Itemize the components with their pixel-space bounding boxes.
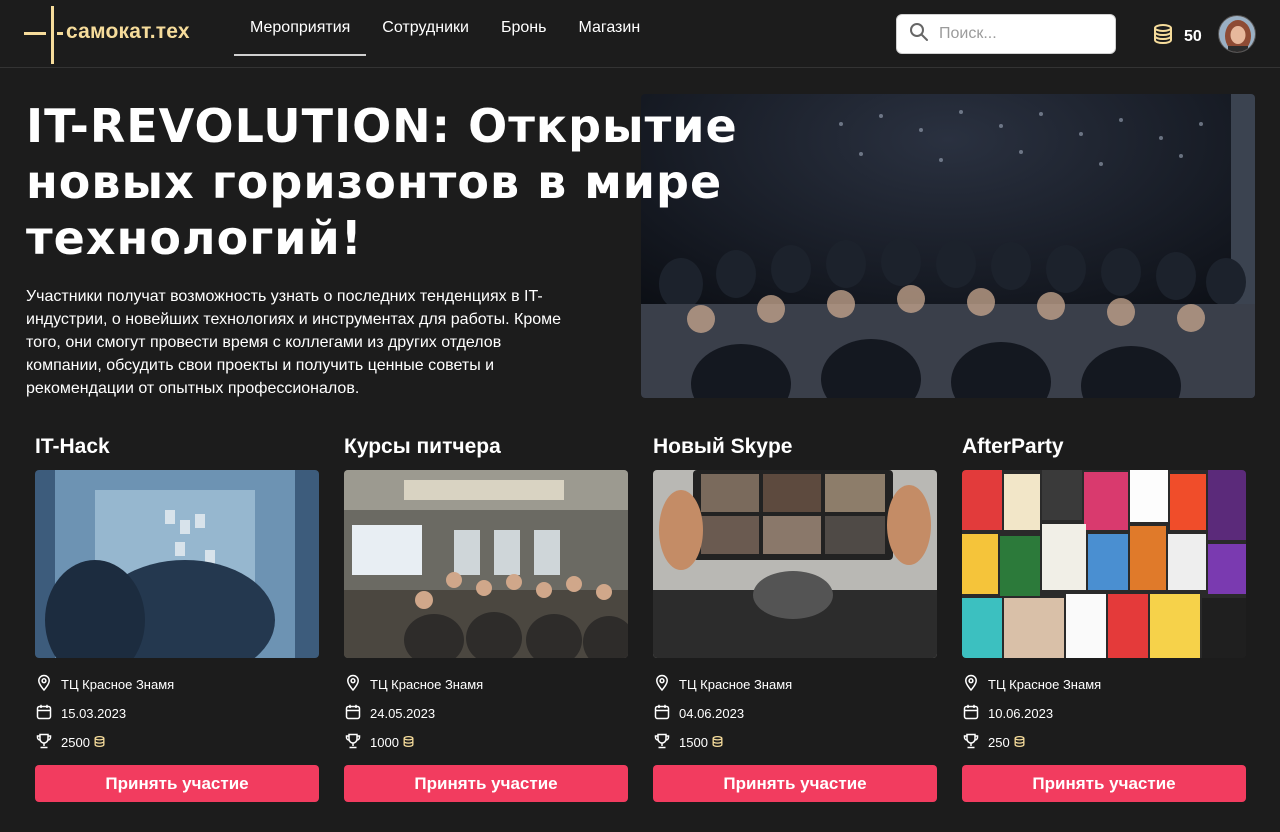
hero-title-line: технологий! — [26, 211, 363, 265]
join-event-button[interactable]: Принять участие — [653, 765, 937, 802]
trophy-icon — [344, 732, 362, 753]
brand-name: самокат.тех — [66, 20, 190, 43]
main-nav: Мероприятия Сотрудники Бронь Магазин — [234, 0, 656, 56]
event-location: ТЦ Красное Знамя — [653, 670, 937, 699]
event-location: ТЦ Красное Знамя — [35, 670, 319, 699]
location-pin-icon — [962, 674, 980, 695]
trophy-icon — [35, 732, 53, 753]
calendar-icon — [344, 703, 362, 724]
coins-icon — [90, 735, 106, 751]
event-image[interactable] — [35, 470, 319, 658]
event-image[interactable] — [962, 470, 1246, 658]
join-event-button[interactable]: Принять участие — [962, 765, 1246, 802]
nav-item-shop[interactable]: Магазин — [562, 0, 656, 56]
hero-title: IT-REVOLUTION: Открытие новых горизонтов… — [26, 98, 846, 266]
location-pin-icon — [344, 674, 362, 695]
coins-icon — [1010, 735, 1026, 751]
event-date: 04.06.2023 — [653, 699, 937, 728]
event-prize-value: 1500 — [679, 735, 708, 750]
balance-value: 50 — [1184, 27, 1202, 45]
join-event-button[interactable]: Принять участие — [344, 765, 628, 802]
event-date-text: 04.06.2023 — [679, 706, 745, 721]
hero-description: Участники получат возможность узнать о п… — [26, 288, 562, 397]
event-prize: 250 — [962, 728, 1246, 757]
event-title: IT-Hack — [35, 435, 110, 458]
calendar-icon — [962, 703, 980, 724]
event-date: 10.06.2023 — [962, 699, 1246, 728]
event-date-text: 15.03.2023 — [61, 706, 127, 721]
event-date-text: 24.05.2023 — [370, 706, 436, 721]
event-title: AfterParty — [962, 435, 1064, 458]
user-avatar[interactable] — [1218, 15, 1256, 53]
event-location: ТЦ Красное Знамя — [962, 670, 1246, 699]
search-input[interactable] — [939, 25, 1099, 43]
event-date: 24.05.2023 — [344, 699, 628, 728]
event-location-text: ТЦ Красное Знамя — [988, 677, 1102, 692]
event-title: Курсы питчера — [344, 435, 501, 458]
event-prize: 2500 — [35, 728, 319, 757]
event-prize-value: 1000 — [370, 735, 399, 750]
event-card: Новый Skype ТЦ Красное Знамя 04.06.2023 … — [653, 432, 937, 802]
calendar-icon — [35, 703, 53, 724]
location-pin-icon — [653, 674, 671, 695]
event-location: ТЦ Красное Знамя — [344, 670, 628, 699]
event-location-text: ТЦ Красное Знамя — [370, 677, 484, 692]
hero-title-line: IT-REVOLUTION: Открытие — [26, 99, 738, 153]
event-prize-value: 2500 — [61, 735, 90, 750]
event-date-text: 10.06.2023 — [988, 706, 1054, 721]
search-box[interactable] — [896, 14, 1116, 54]
join-event-button[interactable]: Принять участие — [35, 765, 319, 802]
coins-icon — [1151, 22, 1175, 51]
coins-icon — [399, 735, 415, 751]
event-prize-value: 250 — [988, 735, 1010, 750]
location-pin-icon — [35, 674, 53, 695]
wallet-balance[interactable]: 50 — [1142, 22, 1202, 51]
event-date: 15.03.2023 — [35, 699, 319, 728]
event-title: Новый Skype — [653, 435, 793, 458]
event-location-text: ТЦ Красное Знамя — [679, 677, 793, 692]
hero-title-line: новых горизонтов в мире — [26, 155, 723, 209]
event-location-text: ТЦ Красное Знамя — [61, 677, 175, 692]
top-bar: самокат.тех Мероприятия Сотрудники Бронь… — [0, 0, 1280, 68]
event-prize: 1000 — [344, 728, 628, 757]
calendar-icon — [653, 703, 671, 724]
nav-item-events[interactable]: Мероприятия — [234, 0, 367, 56]
event-card: IT-Hack ТЦ Красное Знамя 15.03.2023 2500… — [35, 432, 319, 802]
logo-mark-icon — [24, 6, 63, 64]
coins-icon — [708, 735, 724, 751]
search-icon — [909, 22, 929, 47]
brand-logo[interactable]: самокат.тех — [24, 6, 214, 64]
nav-item-employees[interactable]: Сотрудники — [366, 0, 485, 56]
nav-item-booking[interactable]: Бронь — [485, 0, 562, 56]
event-card: AfterParty ТЦ Красное Знамя 10.06.2023 2… — [962, 432, 1246, 802]
event-prize: 1500 — [653, 728, 937, 757]
trophy-icon — [653, 732, 671, 753]
trophy-icon — [962, 732, 980, 753]
event-image[interactable] — [653, 470, 937, 658]
event-card: Курсы питчера ТЦ Красное Знамя 24.05.202… — [344, 432, 628, 802]
event-image[interactable] — [344, 470, 628, 658]
